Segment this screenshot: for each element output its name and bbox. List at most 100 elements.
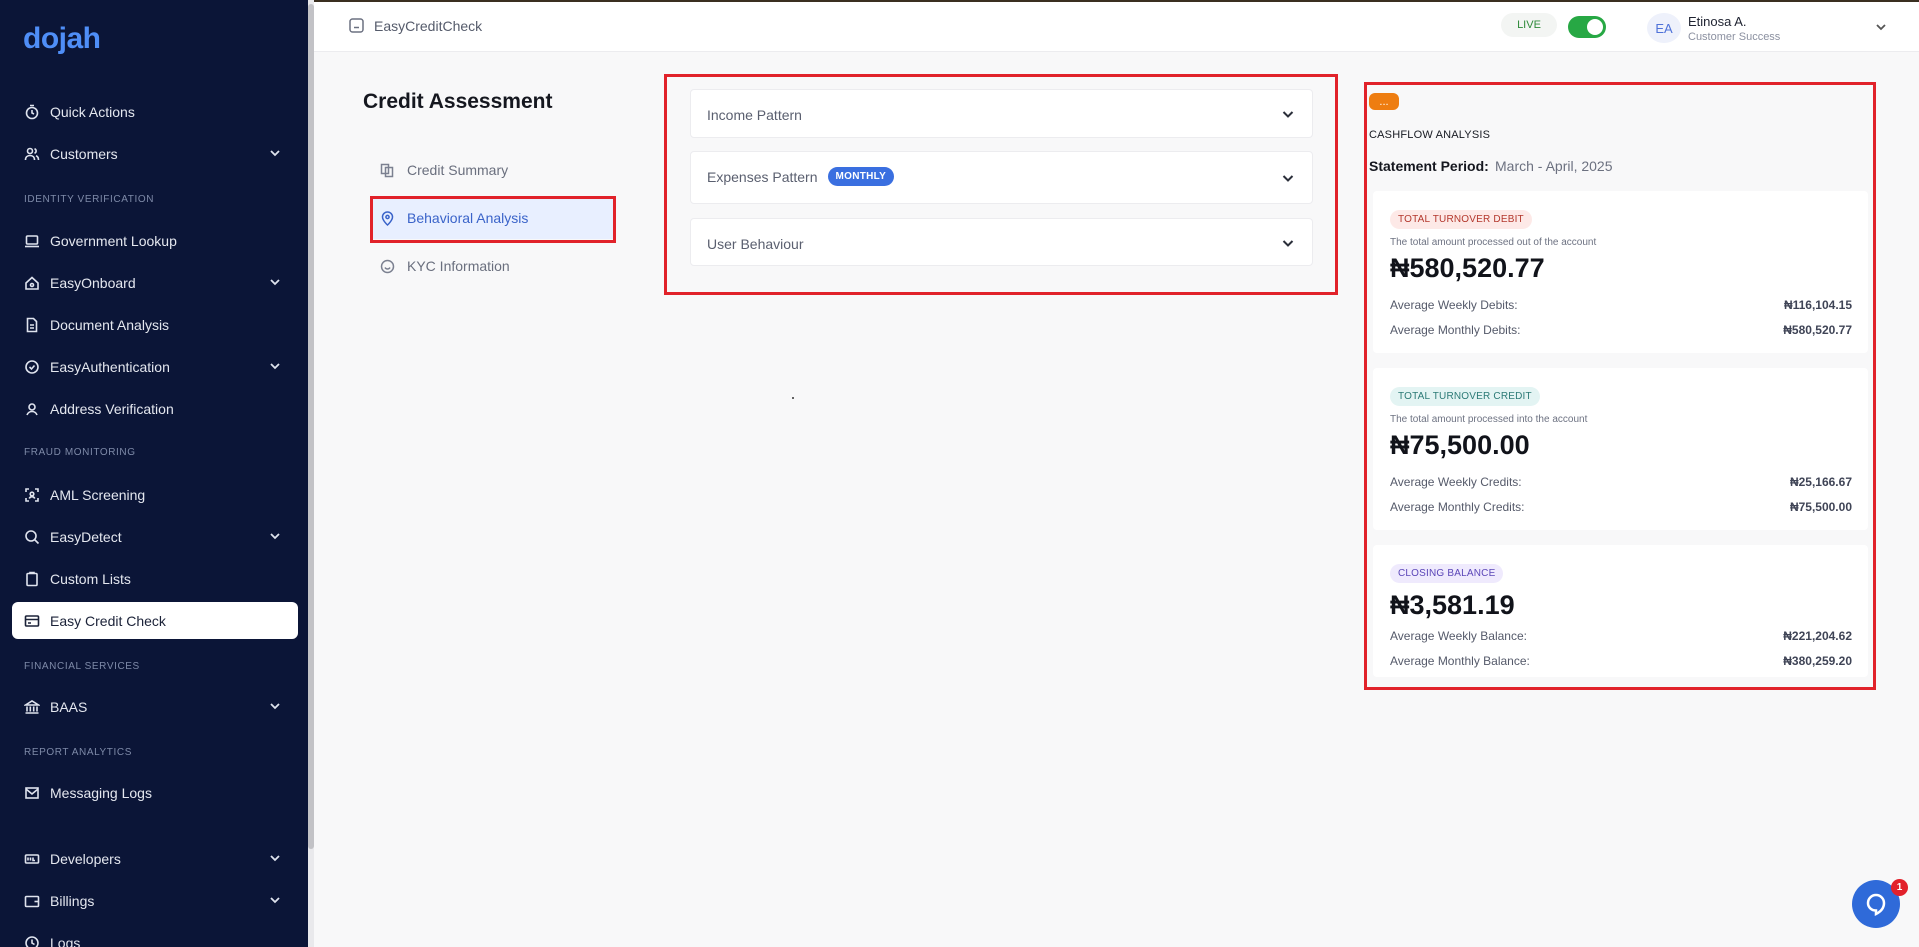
scan-icon bbox=[24, 487, 40, 503]
top-header: EasyCreditCheck LIVE EA Etinosa A. Custo… bbox=[314, 2, 1919, 52]
page-title: Credit Assessment bbox=[363, 90, 553, 113]
sidebar-item-customers[interactable]: Customers bbox=[12, 135, 298, 172]
statement-period-value: March - April, 2025 bbox=[1495, 158, 1613, 174]
statement-period-label: Statement Period: bbox=[1369, 158, 1489, 174]
sidebar-item-government-lookup[interactable]: Government Lookup bbox=[12, 222, 298, 259]
laptop-icon bbox=[24, 233, 40, 249]
cashflow-title: CASHFLOW ANALYSIS bbox=[1369, 129, 1491, 141]
turnover-debit-desc: The total amount processed out of the ac… bbox=[1390, 237, 1597, 248]
live-mode-toggle[interactable] bbox=[1568, 16, 1606, 38]
chevron-down-icon bbox=[268, 893, 282, 907]
closing-balance-card: CLOSING BALANCE ₦3,581.19 Average Weekly… bbox=[1373, 545, 1868, 677]
sidebar-item-custom-lists[interactable]: Custom Lists bbox=[12, 560, 298, 597]
sidebar-item-label: Address Verification bbox=[50, 400, 174, 417]
section-report: REPORT ANALYTICS bbox=[24, 747, 132, 758]
home-icon bbox=[24, 275, 40, 291]
breadcrumb-label: EasyCreditCheck bbox=[374, 17, 483, 34]
location-icon bbox=[24, 401, 40, 417]
chevron-down-icon bbox=[1280, 106, 1296, 122]
sidebar-item-label: Government Lookup bbox=[50, 232, 177, 249]
avatar[interactable]: EA bbox=[1647, 13, 1681, 43]
closing-balance-tag: CLOSING BALANCE bbox=[1390, 564, 1504, 583]
sidebar-item-easy-credit-check[interactable]: Easy Credit Check bbox=[12, 602, 298, 639]
sidebar-item-label: Document Analysis bbox=[50, 316, 170, 333]
sidebar-item-logs[interactable]: Logs bbox=[12, 924, 298, 947]
accordion-label-text: Expenses Pattern bbox=[707, 168, 818, 185]
chevron-down-icon bbox=[1280, 170, 1296, 186]
accordion-expenses-pattern[interactable]: Expenses Pattern MONTHLY bbox=[690, 151, 1313, 204]
user-role: Customer Success bbox=[1688, 31, 1781, 43]
avg-weekly-credits-label: Average Weekly Credits: bbox=[1390, 475, 1522, 489]
chevron-down-icon bbox=[268, 851, 282, 865]
avg-weekly-debits-label: Average Weekly Debits: bbox=[1390, 298, 1518, 312]
sidebar-item-document-analysis[interactable]: Document Analysis bbox=[12, 306, 298, 343]
sidebar-item-easydetect[interactable]: EasyDetect bbox=[12, 518, 298, 555]
sidebar-item-easyauthentication[interactable]: EasyAuthentication bbox=[12, 348, 298, 385]
monthly-pill: MONTHLY bbox=[827, 167, 895, 186]
sidebar-item-label: Messaging Logs bbox=[50, 784, 152, 801]
breadcrumb: EasyCreditCheck bbox=[348, 17, 482, 34]
accordion-user-behaviour[interactable]: User Behaviour bbox=[690, 218, 1313, 266]
sidebar: dojah Quick Actions Customers IDENTITY V… bbox=[0, 0, 314, 947]
sidebar-item-label: Billings bbox=[50, 892, 95, 909]
closing-balance-amount: ₦3,581.19 bbox=[1390, 590, 1515, 620]
sidebar-item-label: EasyAuthentication bbox=[50, 358, 170, 375]
avg-monthly-credits-value: ₦75,500.00 bbox=[1789, 500, 1852, 514]
sidebar-item-address-verification[interactable]: Address Verification bbox=[12, 390, 298, 427]
dev-icon bbox=[24, 851, 40, 867]
turnover-credit-desc: The total amount processed into the acco… bbox=[1390, 414, 1588, 425]
wallet-icon bbox=[24, 893, 40, 909]
sidebar-item-developers[interactable]: Developers bbox=[12, 840, 298, 877]
scrollbar-thumb[interactable] bbox=[308, 4, 314, 849]
sidebar-item-label: Custom Lists bbox=[50, 570, 131, 587]
subnav-label: Credit Summary bbox=[407, 162, 509, 178]
subnav-label: KYC Information bbox=[407, 258, 510, 274]
sidebar-item-label: Quick Actions bbox=[50, 103, 135, 120]
chevron-down-icon bbox=[268, 529, 282, 543]
avg-monthly-balance-label: Average Monthly Balance: bbox=[1390, 654, 1530, 668]
search-icon bbox=[24, 529, 40, 545]
avg-monthly-debits-value: ₦580,520.77 bbox=[1783, 323, 1852, 337]
sidebar-item-aml-screening[interactable]: AML Screening bbox=[12, 476, 298, 513]
sidebar-item-messaging-logs[interactable]: Messaging Logs bbox=[12, 774, 298, 811]
turnover-debit-amount: ₦580,520.77 bbox=[1390, 253, 1545, 283]
cashflow-badge: ... bbox=[1369, 93, 1399, 110]
user-name[interactable]: Etinosa A. bbox=[1688, 14, 1747, 29]
smile-icon bbox=[380, 259, 395, 274]
chevron-down-icon bbox=[1280, 235, 1296, 251]
subnav-kyc-information[interactable]: KYC Information bbox=[372, 245, 614, 287]
avg-monthly-credits-label: Average Monthly Credits: bbox=[1390, 500, 1525, 514]
sidebar-scrollbar[interactable] bbox=[308, 0, 314, 947]
stray-dot bbox=[792, 397, 794, 399]
document-icon bbox=[24, 317, 40, 333]
sidebar-item-label: AML Screening bbox=[50, 486, 146, 503]
turnover-credit-amount: ₦75,500.00 bbox=[1390, 430, 1530, 460]
credit-check-icon bbox=[348, 17, 365, 34]
card-icon bbox=[24, 613, 40, 629]
live-badge: LIVE bbox=[1501, 13, 1557, 37]
sidebar-item-label: Developers bbox=[50, 850, 121, 867]
sidebar-item-label: BAAS bbox=[50, 698, 88, 715]
accordion-income-pattern[interactable]: Income Pattern bbox=[690, 89, 1313, 138]
sidebar-item-label: EasyDetect bbox=[50, 528, 122, 545]
chevron-down-icon[interactable] bbox=[1874, 20, 1888, 34]
section-fraud: FRAUD MONITORING bbox=[24, 447, 136, 458]
accordion-label: User Behaviour bbox=[707, 236, 804, 252]
chat-bubble-icon bbox=[1866, 893, 1886, 917]
turnover-credit-tag: TOTAL TURNOVER CREDIT bbox=[1390, 387, 1540, 406]
turnover-debit-card: TOTAL TURNOVER DEBIT The total amount pr… bbox=[1373, 191, 1868, 353]
section-financial: FINANCIAL SERVICES bbox=[24, 661, 140, 672]
turnover-credit-card: TOTAL TURNOVER CREDIT The total amount p… bbox=[1373, 368, 1868, 530]
subnav-credit-summary[interactable]: Credit Summary bbox=[372, 149, 614, 191]
accordion-label: Expenses Pattern MONTHLY bbox=[707, 167, 895, 186]
clock-icon bbox=[24, 935, 40, 947]
sidebar-item-quick-actions[interactable]: Quick Actions bbox=[12, 93, 298, 130]
sidebar-item-easyonboard[interactable]: EasyOnboard bbox=[12, 264, 298, 301]
badge-check-icon bbox=[24, 359, 40, 375]
clipboard-icon bbox=[24, 571, 40, 587]
chat-notification-count: 1 bbox=[1891, 879, 1908, 896]
sidebar-item-billings[interactable]: Billings bbox=[12, 882, 298, 919]
sidebar-item-baas[interactable]: BAAS bbox=[12, 688, 298, 725]
dojah-logo[interactable]: dojah bbox=[23, 22, 101, 56]
section-identity: IDENTITY VERIFICATION bbox=[24, 194, 155, 205]
